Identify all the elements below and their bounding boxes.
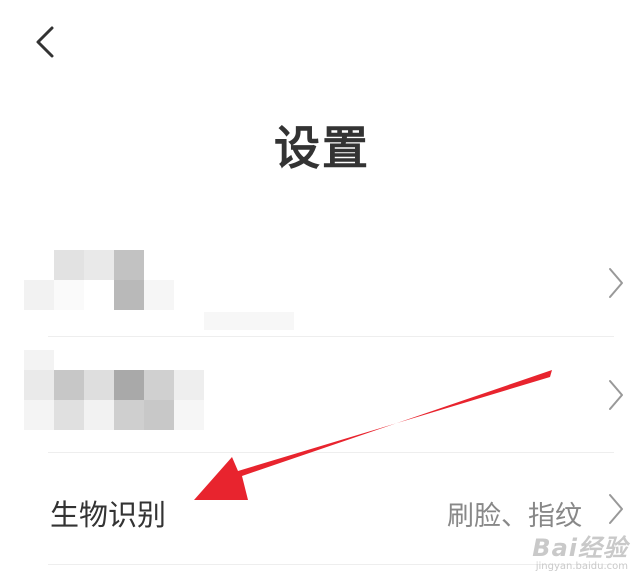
watermark: Bai经验 jingyan.baidu.com [532,528,628,572]
watermark-brand: Bai经验 [532,534,628,562]
annotation-arrow [194,370,552,500]
watermark-url: jingyan.baidu.com [535,561,628,572]
